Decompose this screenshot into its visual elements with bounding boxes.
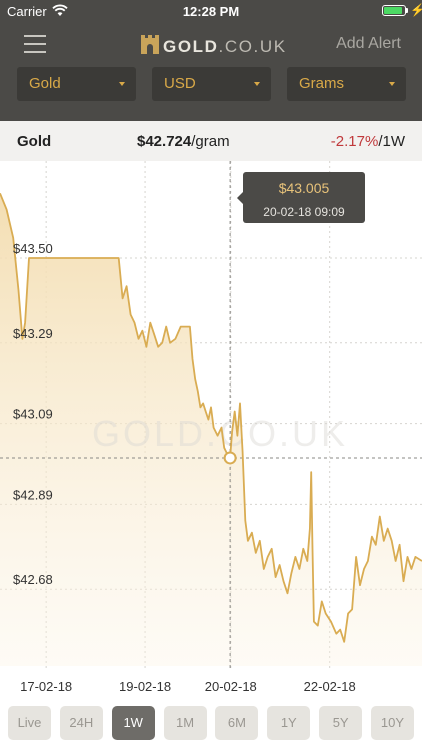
price-tooltip: $43.005 20-02-18 09:09 bbox=[237, 172, 365, 223]
y-tick-label: $43.29 bbox=[13, 326, 53, 341]
castle-logo-icon bbox=[141, 35, 159, 54]
battery-tip bbox=[406, 8, 408, 13]
header-bar: Carrier 12:28 PM ⚡ GOLD.CO.UK Add Alert … bbox=[0, 0, 422, 131]
menu-icon[interactable] bbox=[24, 33, 46, 53]
time-range-selector: Live 24H 1W 1M 6M 1Y 5Y 10Y bbox=[0, 700, 422, 750]
x-tick-label: 19-02-18 bbox=[119, 679, 171, 694]
range-button-24h[interactable]: 24H bbox=[59, 706, 103, 740]
range-button-1m[interactable]: 1M bbox=[163, 706, 207, 740]
metal-dropdown-value: Gold bbox=[29, 75, 61, 92]
range-button-10y[interactable]: 10Y bbox=[371, 706, 414, 740]
metal-dropdown[interactable]: Gold bbox=[17, 67, 136, 101]
status-time: 12:28 PM bbox=[182, 4, 240, 19]
battery-icon bbox=[382, 5, 406, 16]
x-tick-label: 20-02-18 bbox=[205, 679, 257, 694]
price-change: -2.17%/1W bbox=[331, 133, 405, 150]
x-tick-label: 22-02-18 bbox=[304, 679, 356, 694]
range-button-1w[interactable]: 1W bbox=[111, 706, 155, 740]
logo-brand: GOLD bbox=[163, 37, 219, 56]
crosshair-marker bbox=[223, 451, 237, 465]
range-button-1y[interactable]: 1Y bbox=[267, 706, 311, 740]
y-tick-label: $42.89 bbox=[13, 487, 53, 502]
unit-dropdown[interactable]: Grams bbox=[287, 67, 406, 101]
range-button-live[interactable]: Live bbox=[8, 706, 51, 740]
change-period: /1W bbox=[378, 133, 405, 150]
currency-dropdown-value: USD bbox=[164, 75, 196, 92]
y-tick-label: $43.50 bbox=[13, 241, 53, 256]
price-summary-row: Gold $42.724/gram -2.17%/1W bbox=[0, 121, 422, 161]
tooltip-datetime: 20-02-18 09:09 bbox=[263, 205, 345, 219]
status-bar: Carrier 12:28 PM ⚡ bbox=[0, 0, 422, 22]
caret-down-icon bbox=[119, 82, 125, 86]
x-tick-label: 17-02-18 bbox=[20, 679, 72, 694]
price-metal-label: Gold bbox=[17, 133, 52, 150]
range-button-6m[interactable]: 6M bbox=[215, 706, 259, 740]
logo-suffix: .CO.UK bbox=[218, 37, 287, 56]
change-percent: -2.17% bbox=[330, 133, 379, 150]
chart-watermark: GOLD.CO.UK bbox=[92, 413, 348, 454]
current-price: $42.724/gram bbox=[137, 133, 230, 150]
unit-dropdown-value: Grams bbox=[299, 75, 344, 92]
price-chart[interactable]: GOLD.CO.UK $43.50 $43.29 $43.09 $42.89 $42.6… bbox=[0, 161, 422, 701]
range-button-5y[interactable]: 5Y bbox=[319, 706, 363, 740]
price-unit: /gram bbox=[191, 133, 230, 150]
y-tick-label: $43.09 bbox=[13, 407, 53, 422]
y-tick-label: $42.68 bbox=[13, 572, 53, 587]
currency-dropdown[interactable]: USD bbox=[152, 67, 271, 101]
charging-bolt-icon: ⚡ bbox=[410, 3, 422, 17]
caret-down-icon bbox=[254, 82, 260, 86]
add-alert-button[interactable]: Add Alert bbox=[336, 35, 401, 53]
tooltip-price: $43.005 bbox=[278, 180, 330, 196]
logo-text: GOLD.CO.UK bbox=[163, 37, 287, 57]
battery-fill bbox=[384, 7, 403, 14]
price-value: $42.724 bbox=[137, 133, 192, 150]
caret-down-icon bbox=[389, 82, 395, 86]
